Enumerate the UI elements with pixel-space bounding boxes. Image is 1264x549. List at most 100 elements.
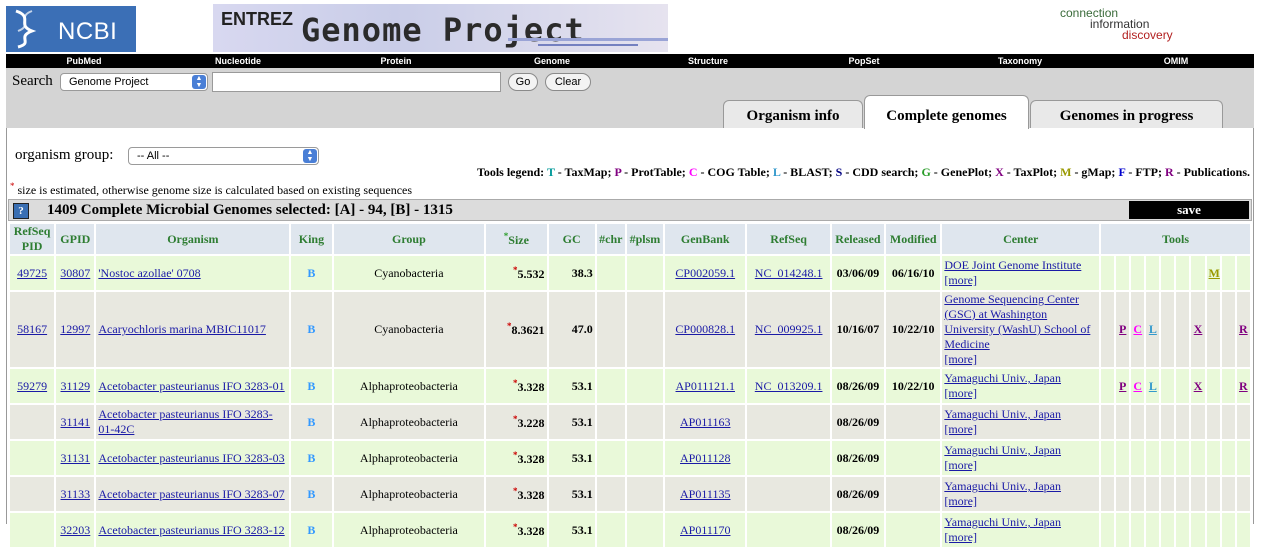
cell-refseq-pid <box>10 405 55 439</box>
col-group[interactable]: Group <box>333 224 485 254</box>
genbank-link[interactable]: AP011121.1 <box>676 379 735 393</box>
gpid-link[interactable]: 31133 <box>61 487 91 501</box>
organism-link[interactable]: Acetobacter pasteurianus IFO 3283-12 <box>98 523 284 537</box>
cell-modified: 06/16/10 <box>886 256 941 290</box>
center-link[interactable]: Yamaguchi Univ., Japan <box>944 371 1061 385</box>
center-more-link[interactable]: [more] <box>944 273 977 287</box>
nav-protein[interactable]: Protein <box>380 54 411 68</box>
center-more-link[interactable]: [more] <box>944 352 977 366</box>
cell-modified <box>886 441 941 475</box>
cell-tool <box>1146 405 1160 439</box>
cell-king: B <box>291 256 332 290</box>
organism-link[interactable]: Acetobacter pasteurianus IFO 3283-07 <box>98 487 284 501</box>
cell-released: 08/26/09 <box>831 441 885 475</box>
center-more-link[interactable]: [more] <box>944 530 977 544</box>
legend-desc: - CDD search; <box>842 165 919 179</box>
tool-r-link[interactable]: R <box>1239 322 1248 336</box>
tab-organism-info[interactable]: Organism info <box>723 100 863 128</box>
col-organism[interactable]: Organism <box>96 224 290 254</box>
col-king[interactable]: King <box>291 224 332 254</box>
organism-link[interactable]: Acetobacter pasteurianus IFO 3283-01 <box>98 379 284 393</box>
col-genbank[interactable]: GenBank <box>665 224 746 254</box>
tool-m-link[interactable]: M <box>1209 266 1220 280</box>
col-gpid[interactable]: GPID <box>56 224 95 254</box>
nav-nucleotide[interactable]: Nucleotide <box>215 54 261 68</box>
tab-genomes-in-progress[interactable]: Genomes in progress <box>1030 100 1223 128</box>
center-more-link[interactable]: [more] <box>944 422 977 436</box>
gpid-link[interactable]: 30807 <box>60 266 90 280</box>
nav-popset[interactable]: PopSet <box>848 54 879 68</box>
col-refseq-pid[interactable]: RefSeq PID <box>10 224 55 254</box>
col-chr[interactable]: #chr <box>596 224 625 254</box>
organism-group-value: -- All -- <box>137 150 170 162</box>
ncbi-logo[interactable]: NCBI <box>6 6 136 52</box>
tool-r-link[interactable]: R <box>1239 379 1248 393</box>
center-more-link[interactable]: [more] <box>944 386 977 400</box>
refseq-pid-link[interactable]: 58167 <box>17 322 47 336</box>
col-plsm[interactable]: #plsm <box>626 224 664 254</box>
nav-genome[interactable]: Genome <box>534 54 570 68</box>
center-link[interactable]: Genome Sequencing Center (GSC) at Washin… <box>944 292 1090 351</box>
col-gc[interactable]: GC <box>548 224 595 254</box>
nav-structure[interactable]: Structure <box>688 54 728 68</box>
gpid-link[interactable]: 31131 <box>61 451 91 465</box>
col-size[interactable]: *Size <box>486 224 547 254</box>
help-icon[interactable]: ? <box>13 203 29 219</box>
organism-group-select[interactable]: -- All -- ▲ ▼ <box>128 147 319 165</box>
col-refseq[interactable]: RefSeq <box>747 224 830 254</box>
save-button[interactable]: save <box>1129 201 1249 219</box>
gpid-link[interactable]: 31141 <box>61 415 91 429</box>
tool-l-link[interactable]: L <box>1149 379 1157 393</box>
genbank-link[interactable]: AP011135 <box>680 487 730 501</box>
organism-link[interactable]: Acetobacter pasteurianus IFO 3283-03 <box>98 451 284 465</box>
tool-c-link[interactable]: C <box>1133 322 1142 336</box>
organism-link[interactable]: Acetobacter pasteurianus IFO 3283-01-42C <box>98 407 272 436</box>
tool-x-link[interactable]: X <box>1194 322 1203 336</box>
tab-complete-genomes[interactable]: Complete genomes <box>864 95 1029 129</box>
gpid-link[interactable]: 31129 <box>61 379 91 393</box>
organism-link[interactable]: Acaryochloris marina MBIC11017 <box>98 322 266 336</box>
tool-c-link[interactable]: C <box>1133 379 1142 393</box>
search-input[interactable] <box>212 72 501 92</box>
tool-l-link[interactable]: L <box>1149 322 1157 336</box>
table-row: 59279 31129 Acetobacter pasteurianus IFO 3… <box>10 369 1250 403</box>
tool-x-link[interactable]: X <box>1194 379 1203 393</box>
refseq-pid-link[interactable]: 59279 <box>17 379 47 393</box>
nav-pubmed[interactable]: PubMed <box>67 54 102 68</box>
refseq-link[interactable]: NC_013209.1 <box>755 379 823 393</box>
cell-refseq: NC_014248.1 <box>747 256 830 290</box>
gpid-link[interactable]: 32203 <box>60 523 90 537</box>
refseq-link[interactable]: NC_014248.1 <box>755 266 823 280</box>
genbank-link[interactable]: CP002059.1 <box>675 266 735 280</box>
genbank-link[interactable]: AP011170 <box>680 523 730 537</box>
refseq-link[interactable]: NC_009925.1 <box>755 322 823 336</box>
nav-omim[interactable]: OMIM <box>1164 54 1189 68</box>
cell-chr <box>596 405 625 439</box>
nav-taxonomy[interactable]: Taxonomy <box>998 54 1042 68</box>
col-released[interactable]: Released <box>831 224 885 254</box>
organism-link[interactable]: 'Nostoc azollae' 0708 <box>98 266 200 280</box>
cell-chr <box>596 256 625 290</box>
database-select[interactable]: Genome Project ▲ ▼ <box>60 73 208 91</box>
center-link[interactable]: DOE Joint Genome Institute <box>944 258 1081 272</box>
clear-button[interactable]: Clear <box>545 73 591 91</box>
center-more-link[interactable]: [more] <box>944 458 977 472</box>
genbank-link[interactable]: CP000828.1 <box>675 322 735 336</box>
center-link[interactable]: Yamaguchi Univ., Japan <box>944 407 1061 421</box>
genbank-link[interactable]: AP011163 <box>680 415 730 429</box>
center-link[interactable]: Yamaguchi Univ., Japan <box>944 443 1061 457</box>
genbank-link[interactable]: AP011128 <box>680 451 730 465</box>
go-button[interactable]: Go <box>508 73 538 91</box>
cell-tool <box>1236 477 1250 511</box>
col-center[interactable]: Center <box>942 224 1100 254</box>
center-link[interactable]: Yamaguchi Univ., Japan <box>944 479 1061 493</box>
center-more-link[interactable]: [more] <box>944 494 977 508</box>
col-modified[interactable]: Modified <box>886 224 941 254</box>
gpid-link[interactable]: 12997 <box>60 322 90 336</box>
size-value: 3.328 <box>517 451 545 466</box>
released-value: 08/26/09 <box>836 486 880 501</box>
refseq-pid-link[interactable]: 49725 <box>17 266 47 280</box>
center-link[interactable]: Yamaguchi Univ., Japan <box>944 515 1061 529</box>
tool-p-link[interactable]: P <box>1119 322 1126 336</box>
tool-p-link[interactable]: P <box>1119 379 1126 393</box>
